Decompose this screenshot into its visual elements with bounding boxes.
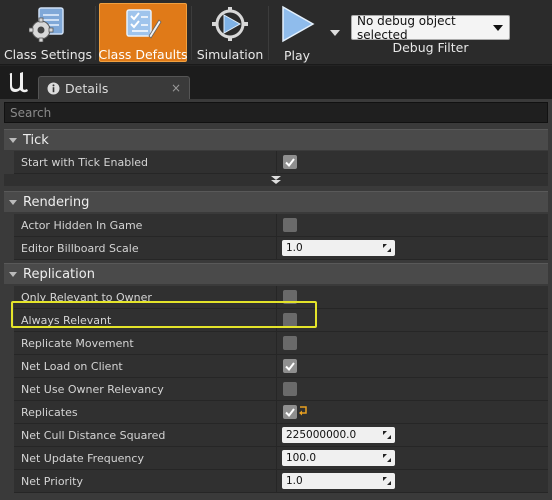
property-label: Always Relevant	[21, 313, 112, 327]
chevron-down-icon	[9, 137, 17, 143]
checklist-icon	[122, 6, 164, 42]
property-row: Net Priority 1.0	[14, 470, 548, 493]
field-value: 225000000.0	[286, 429, 357, 441]
toolbar-separator	[95, 6, 96, 60]
field-value: 1.0	[286, 242, 303, 254]
property-row: Net Cull Distance Squared 225000000.0	[14, 424, 548, 447]
unreal-logo-icon	[6, 70, 32, 94]
play-icon	[276, 5, 318, 43]
start-with-tick-enabled-checkbox[interactable]	[283, 155, 297, 169]
class-defaults-button[interactable]: Class Defaults	[98, 3, 188, 62]
column-divider	[276, 378, 277, 400]
debug-filter: No debug object selected Debug Filter	[351, 13, 510, 55]
net-cull-distance-squared-field[interactable]: 225000000.0	[282, 427, 395, 443]
property-row: Net Use Owner Relevancy	[14, 378, 548, 401]
chevron-down-icon	[9, 271, 17, 277]
category-title: Rendering	[23, 194, 90, 210]
category-title: Replication	[23, 266, 95, 282]
net-update-frequency-field[interactable]: 100.0	[282, 450, 395, 466]
property-row: Net Update Frequency 100.0	[14, 447, 548, 470]
property-row: Editor Billboard Scale 1.0	[14, 237, 548, 260]
category-title: Tick	[23, 132, 49, 148]
net-use-owner-relevancy-checkbox[interactable]	[283, 382, 297, 396]
chevron-down-icon	[493, 25, 503, 31]
debug-object-select-value: No debug object selected	[357, 13, 456, 42]
only-relevant-to-owner-checkbox[interactable]	[283, 290, 297, 304]
property-row: Start with Tick Enabled	[14, 151, 548, 174]
gear-icon	[27, 5, 69, 42]
property-label: Actor Hidden In Game	[21, 218, 143, 232]
column-divider	[276, 309, 277, 331]
debug-filter-label: Debug Filter	[392, 40, 469, 55]
chevron-down-icon	[9, 199, 17, 205]
advanced-expand-toggle[interactable]	[4, 174, 548, 186]
property-label: Net Update Frequency	[21, 451, 144, 465]
column-divider	[276, 286, 277, 308]
search-input[interactable]	[10, 105, 547, 120]
replicates-checkbox[interactable]	[283, 405, 297, 419]
property-row: Replicate Movement	[14, 332, 548, 355]
drag-handle-icon	[383, 431, 391, 439]
actor-hidden-in-game-checkbox[interactable]	[283, 218, 297, 232]
property-label: Replicates	[21, 405, 78, 419]
drag-handle-icon	[383, 477, 391, 485]
property-label: Net Load on Client	[21, 359, 123, 373]
net-priority-field[interactable]: 1.0	[282, 473, 395, 489]
property-row: Actor Hidden In Game	[14, 214, 548, 237]
property-row: Only Relevant to Owner	[14, 286, 548, 309]
simulation-icon	[209, 5, 251, 42]
class-settings-label: Class Settings	[3, 47, 93, 62]
simulation-button[interactable]: Simulation	[195, 3, 265, 62]
column-divider	[276, 355, 277, 377]
property-label: Start with Tick Enabled	[21, 155, 149, 169]
column-divider	[276, 151, 277, 173]
property-label: Editor Billboard Scale	[21, 241, 139, 255]
editor-billboard-scale-field[interactable]: 1.0	[282, 240, 395, 256]
column-divider	[276, 332, 277, 354]
category-header-rendering[interactable]: Rendering	[4, 191, 548, 212]
simulation-label: Simulation	[196, 47, 264, 62]
info-icon	[46, 82, 60, 96]
property-label: Net Cull Distance Squared	[21, 428, 166, 442]
toolbar: Class Settings Class Defaults Simulation…	[0, 0, 552, 65]
debug-object-select[interactable]: No debug object selected	[351, 13, 510, 42]
drag-handle-icon	[383, 454, 391, 462]
field-value: 100.0	[286, 452, 317, 464]
property-label: Replicate Movement	[21, 336, 134, 350]
drag-handle-icon	[383, 244, 391, 252]
property-row: Net Load on Client	[14, 355, 548, 378]
column-divider	[276, 470, 277, 492]
class-settings-button[interactable]: Class Settings	[4, 3, 92, 62]
property-label: Net Use Owner Relevancy	[21, 382, 164, 396]
column-divider	[276, 237, 277, 259]
category-header-tick[interactable]: Tick	[4, 129, 548, 150]
column-divider	[276, 214, 277, 236]
details-panel: Tick Start with Tick Enabled Rendering A…	[0, 99, 552, 500]
reset-to-default-icon[interactable]	[298, 406, 308, 416]
category-header-replication[interactable]: Replication	[4, 263, 548, 284]
property-label: Net Priority	[21, 474, 83, 488]
property-label: Only Relevant to Owner	[21, 290, 152, 304]
replicate-movement-checkbox[interactable]	[283, 336, 297, 350]
column-divider	[276, 447, 277, 469]
column-divider	[276, 424, 277, 446]
play-button[interactable]: Play	[271, 3, 323, 63]
search-bar	[4, 102, 548, 123]
toolbar-separator	[268, 6, 269, 60]
net-load-on-client-checkbox[interactable]	[283, 359, 297, 373]
tab-label: Details	[65, 81, 109, 96]
column-divider	[276, 401, 277, 423]
play-label: Play	[283, 48, 311, 63]
toolbar-separator	[191, 6, 192, 60]
property-row: Replicates	[14, 401, 548, 424]
class-defaults-label: Class Defaults	[98, 47, 188, 62]
expand-arrow-icon	[271, 176, 281, 184]
tab-details[interactable]: Details ×	[38, 76, 190, 100]
always-relevant-checkbox[interactable]	[283, 313, 297, 327]
property-row: Always Relevant	[14, 309, 548, 332]
close-icon[interactable]: ×	[171, 81, 181, 95]
tab-bar: Details ×	[0, 66, 552, 100]
field-value: 1.0	[286, 475, 303, 487]
play-options-chevron-down-icon[interactable]	[328, 26, 342, 40]
